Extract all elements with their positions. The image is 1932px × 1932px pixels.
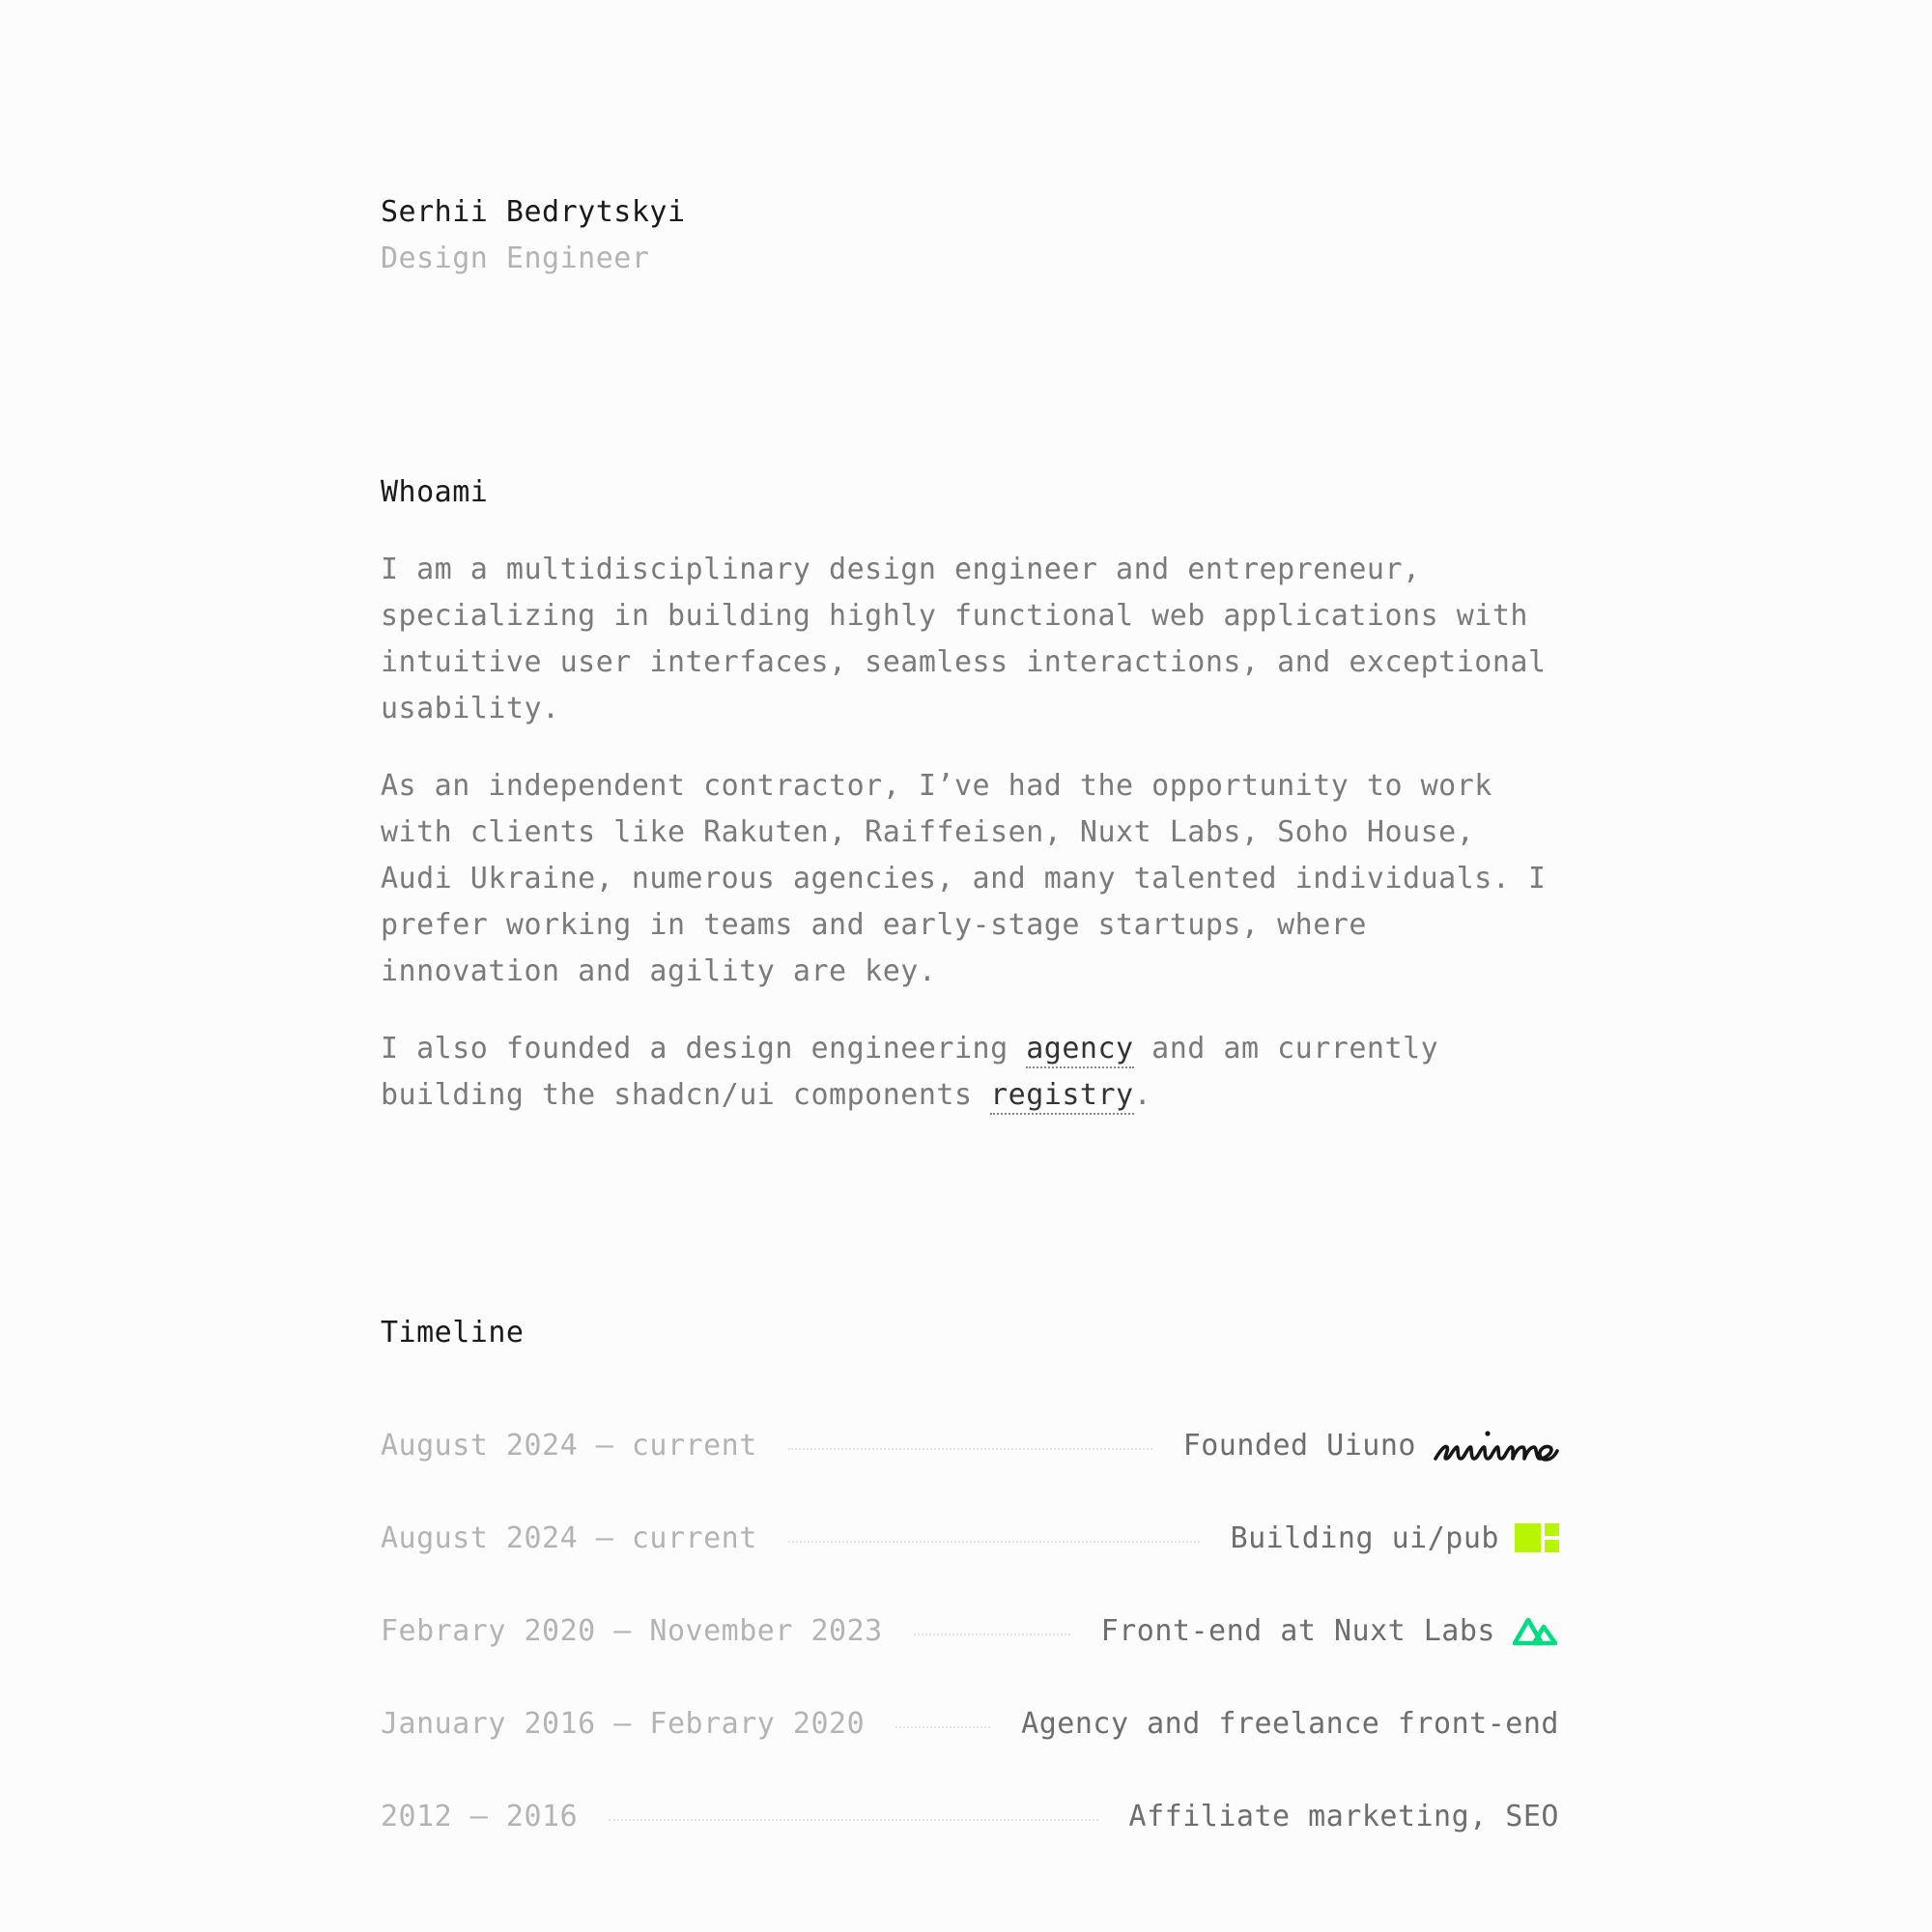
timeline-date: 2012 – 2016 [381, 1799, 579, 1833]
profile-name: Serhii Bedrytskyi [381, 195, 686, 229]
whoami-paragraph-3: I also founded a design engineering agen… [381, 1026, 1559, 1119]
timeline-date: August 2024 – current [381, 1428, 757, 1463]
timeline-item: 2012 – 2016 Affiliate marketing, SEO [381, 1770, 1559, 1862]
timeline-date: Febrary 2020 – November 2023 [381, 1613, 883, 1648]
timeline-item: Febrary 2020 – November 2023 Front-end a… [381, 1584, 1559, 1677]
paragraph-3-text-start: I also founded a design engineering [381, 1032, 1027, 1065]
whoami-paragraph-2: As an independent contractor, I’ve had t… [381, 769, 1547, 988]
timeline-heading: Timeline [381, 1316, 525, 1350]
whoami-heading: Whoami [381, 475, 489, 509]
agency-link[interactable]: agency [1026, 1032, 1134, 1068]
timeline-list: August 2024 – current Founded Uiuno Augu… [381, 1399, 1559, 1862]
timeline-item: August 2024 – current Building ui/pub [381, 1492, 1559, 1584]
nuxt-logo-icon [1511, 1614, 1559, 1647]
dotted-leader [609, 1819, 1098, 1821]
timeline-label: Building ui/pub [1230, 1520, 1499, 1555]
timeline-entry: Agency and freelance front-end [1021, 1707, 1559, 1741]
timeline-label: Founded Uiuno [1182, 1428, 1416, 1463]
profile-role: Design Engineer [381, 242, 650, 275]
timeline-date: January 2016 – Febrary 2020 [381, 1706, 866, 1741]
content: Serhii Bedrytskyi Design Engineer Whoami… [381, 189, 1559, 1862]
dotted-leader [913, 1634, 1070, 1635]
timeline-entry: Affiliate marketing, SEO [1129, 1800, 1559, 1833]
page: Serhii Bedrytskyi Design Engineer Whoami… [0, 0, 1932, 1932]
timeline-label: Affiliate marketing, SEO [1128, 1799, 1559, 1833]
dotted-leader [787, 1541, 1200, 1543]
timeline-entry: Building ui/pub [1231, 1521, 1559, 1555]
timeline-item: August 2024 – current Founded Uiuno [381, 1399, 1559, 1492]
timeline-date: August 2024 – current [381, 1520, 757, 1555]
timeline-item: January 2016 – Febrary 2020 Agency and f… [381, 1677, 1559, 1770]
registry-link[interactable]: registry [990, 1078, 1134, 1115]
whoami-paragraph-1: I am a multidisciplinary design engineer… [381, 553, 1547, 725]
uipub-blocks-icon [1515, 1523, 1559, 1552]
timeline-entry: Founded Uiuno [1183, 1424, 1559, 1466]
timeline-label: Front-end at Nuxt Labs [1100, 1613, 1495, 1648]
timeline-entry: Front-end at Nuxt Labs [1101, 1614, 1559, 1648]
uiuno-wordmark-icon [1432, 1424, 1559, 1466]
paragraph-3-text-end: . [1133, 1078, 1152, 1112]
timeline-label: Agency and freelance front-end [1021, 1706, 1559, 1741]
dotted-leader [895, 1726, 991, 1728]
dotted-leader [787, 1448, 1152, 1450]
